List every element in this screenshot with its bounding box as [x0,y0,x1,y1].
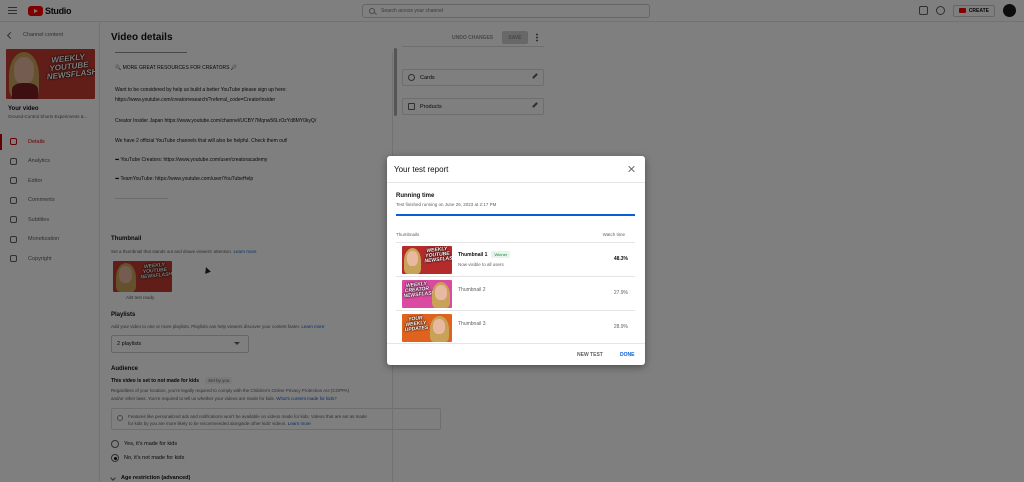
test-report-dialog: Your test report Running time Test finis… [387,156,645,365]
running-time-label: Running time [396,193,435,199]
close-icon[interactable] [627,165,635,173]
watch-time-value: 27.9% [613,290,628,296]
thumbnail-note: Now visible to all users [458,262,504,267]
thumbnail-result-row: WEEKLY YOUTUBE NEWSFLASH Thumbnail 1 Win… [396,242,635,275]
thumbnail-result-row: YOUR WEEKLY UPDATES Thumbnail 3 28.9% [396,310,635,343]
thumbnail-name: Thumbnail 2 [458,287,486,293]
dialog-title: Your test report [394,165,449,174]
thumbnail-3-art-text: YOUR WEEKLY UPDATES [404,315,429,334]
test-progress-bar [396,214,635,216]
thumbnail-name: Thumbnail 1 [458,251,488,258]
thumbnail-2-image: WEEKLY CREATOR NEWSFLASH [402,280,452,308]
test-progress-fill [396,214,635,216]
thumbnail-1-name-row: Thumbnail 1 Winner [458,251,511,258]
new-test-button[interactable]: NEW TEST [577,352,603,358]
dialog-footer-divider [387,343,645,344]
winner-badge: Winner [491,251,511,258]
watch-time-value: 28.9% [613,324,628,330]
dialog-divider [387,182,645,183]
thumbnail-2-art-text: WEEKLY CREATOR NEWSFLASH [403,280,436,300]
watch-time-value: 48.3% [613,256,628,262]
thumbnails-column-header: Thumbnails [396,232,420,237]
thumbnail-1-art-text: WEEKLY YOUTUBE NEWSFLASH [424,246,452,265]
done-button[interactable]: DONE [620,352,634,358]
thumbnail-result-row: WEEKLY CREATOR NEWSFLASH Thumbnail 2 27.… [396,276,635,309]
running-time-status: Test finished running on June 26, 2023 a… [396,202,497,207]
watch-time-column-header: Watch time [602,232,625,237]
thumbnail-name: Thumbnail 3 [458,321,486,327]
thumbnail-1-image: WEEKLY YOUTUBE NEWSFLASH [402,246,452,274]
thumbnail-3-image: YOUR WEEKLY UPDATES [402,314,452,342]
